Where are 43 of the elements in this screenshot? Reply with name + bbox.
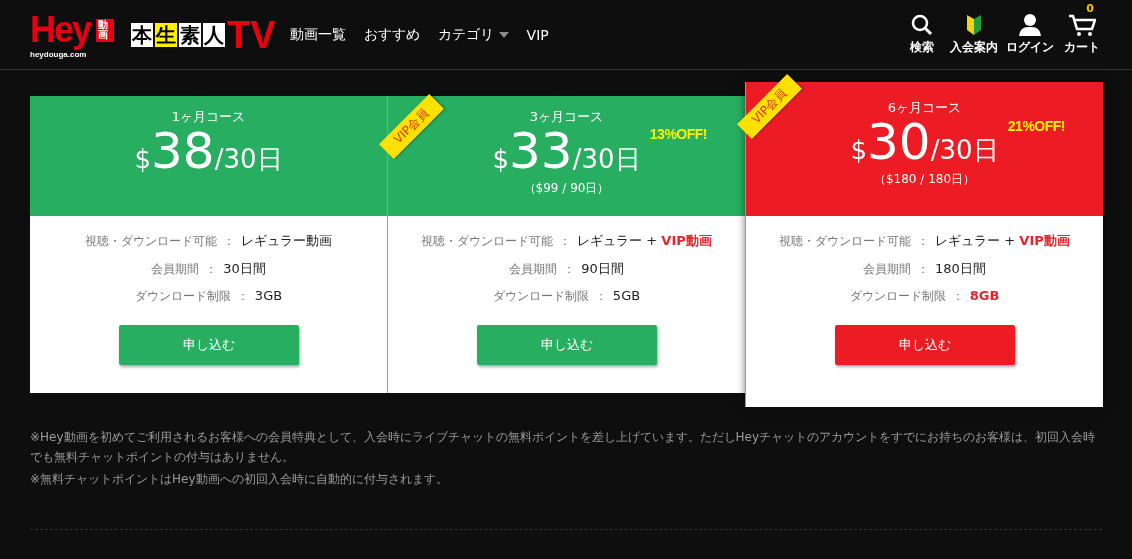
discount-label: 21%OFF! bbox=[1007, 118, 1065, 134]
logo-text: TV bbox=[227, 16, 276, 53]
logo-character: 本 bbox=[131, 22, 153, 47]
plan-feature: 視聴・ダウンロード可能 ： レギュラー + VIP動画 bbox=[421, 232, 712, 250]
plan-feature: 視聴・ダウンロード可能 ： レギュラー動画 bbox=[85, 232, 332, 250]
cart-count: 0 bbox=[1086, 1, 1094, 15]
logo-character: 人 bbox=[203, 22, 225, 47]
logo-character: 素 bbox=[179, 22, 201, 47]
plan-price: $33/30日 bbox=[492, 126, 641, 182]
plan-total: （$99 / 90日） bbox=[523, 180, 610, 197]
plan-feature: 視聴・ダウンロード可能 ： レギュラー + VIP動画 bbox=[779, 232, 1070, 250]
logo-tag: 動画 bbox=[96, 18, 114, 42]
action-label[interactable]: カート bbox=[1064, 38, 1100, 56]
nav-link[interactable]: 動画一覧 bbox=[289, 25, 346, 44]
nav-link[interactable]: カテゴリ bbox=[437, 25, 509, 44]
search-icon bbox=[911, 13, 933, 36]
cart-icon bbox=[1068, 13, 1096, 36]
apply-button[interactable]: 申し込む bbox=[834, 325, 1015, 365]
nav-link[interactable]: VIP bbox=[526, 26, 549, 43]
note-text: ※Hey動画を初めてご利用されるお客様への会員特典として、入会時にライブチャットの無料ポイントを差し上げています。ただしHeyチャットのアカウントをすでにお持ちのお客様は、初回入会時でも無料チャットポイントの付与はありません。 bbox=[30, 429, 1097, 466]
note-text: ※無料チャットポイントはHey動画への初回入会時に自動的に付与されます。 bbox=[30, 471, 449, 488]
logo-character: 生 bbox=[155, 22, 177, 47]
user-icon bbox=[1018, 13, 1042, 36]
nav-link[interactable]: おすすめ bbox=[363, 25, 420, 44]
plan-total: （$180 / 180日） bbox=[873, 171, 976, 188]
plan-name: 1ヶ月コース bbox=[171, 108, 246, 126]
action-label[interactable]: ログイン bbox=[1006, 38, 1054, 56]
discount-label: 13%OFF! bbox=[649, 126, 707, 142]
plan-feature: 会員期間 ： 180日間 bbox=[863, 260, 986, 278]
plan-name: 3ヶ月コース bbox=[529, 108, 604, 126]
logo-domain: heydouga.com bbox=[30, 49, 87, 59]
plan-price: $38/30日 bbox=[134, 126, 283, 182]
plan-feature: ダウンロード制限 ： 8GB bbox=[849, 288, 1000, 305]
leaf-icon bbox=[966, 13, 982, 36]
logo-text[interactable]: Hey bbox=[30, 8, 91, 51]
action-label[interactable]: 入会案内 bbox=[950, 38, 998, 56]
plan-price: $30/30日 bbox=[850, 117, 999, 173]
plan-feature: 会員期間 ： 90日間 bbox=[509, 260, 624, 278]
action-label[interactable]: 検索 bbox=[910, 38, 934, 56]
plan-feature: ダウンロード制限 ： 5GB bbox=[492, 288, 641, 305]
plan-feature: ダウンロード制限 ： 3GB bbox=[134, 288, 283, 305]
plan-name: 6ヶ月コース bbox=[887, 99, 962, 117]
plan-feature: 会員期間 ： 30日間 bbox=[151, 260, 266, 278]
